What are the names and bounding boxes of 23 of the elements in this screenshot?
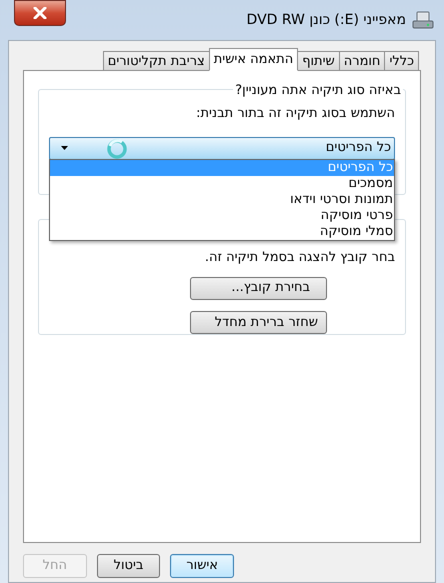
- dropdown-option[interactable]: תמונות וסרטי וידאו: [50, 192, 394, 208]
- busy-cursor-icon: [106, 138, 128, 160]
- choose-file-button[interactable]: בחירת קובץ...: [190, 276, 327, 300]
- drive-icon: [412, 10, 434, 30]
- cancel-button[interactable]: ביטול: [96, 554, 160, 578]
- template-label: השתמש בסוג תיקיה זה בתור תבנית:: [195, 105, 395, 123]
- dropdown-option[interactable]: מסמכים: [50, 176, 394, 192]
- dropdown-option[interactable]: פרטי מוסיקה: [50, 208, 394, 224]
- tab[interactable]: שיתוף: [297, 51, 340, 71]
- dropdown-value: כל הפריטים: [326, 139, 391, 158]
- dropdown-arrow-icon: [61, 146, 68, 150]
- tab[interactable]: התאמה אישית: [208, 48, 298, 71]
- tab[interactable]: חומרה: [338, 51, 386, 71]
- close-button[interactable]: [14, 0, 66, 26]
- dropdown-option[interactable]: סמלי מוסיקה: [50, 224, 394, 240]
- window-title: מאפייני (E:) כונן DVD RW: [246, 10, 406, 30]
- folder-type-dropdown[interactable]: כל הפריטים: [49, 136, 395, 160]
- tab[interactable]: כללי: [384, 51, 419, 71]
- folder-icon-instruction: בחר קובץ להצגה בסמל תיקיה זה.: [204, 249, 395, 267]
- tab[interactable]: צריבת תקליטורים: [102, 51, 210, 71]
- close-icon: [33, 7, 47, 19]
- restore-default-button[interactable]: שחזר ברירת מחדל: [190, 310, 327, 334]
- ok-button[interactable]: אישור: [170, 554, 234, 578]
